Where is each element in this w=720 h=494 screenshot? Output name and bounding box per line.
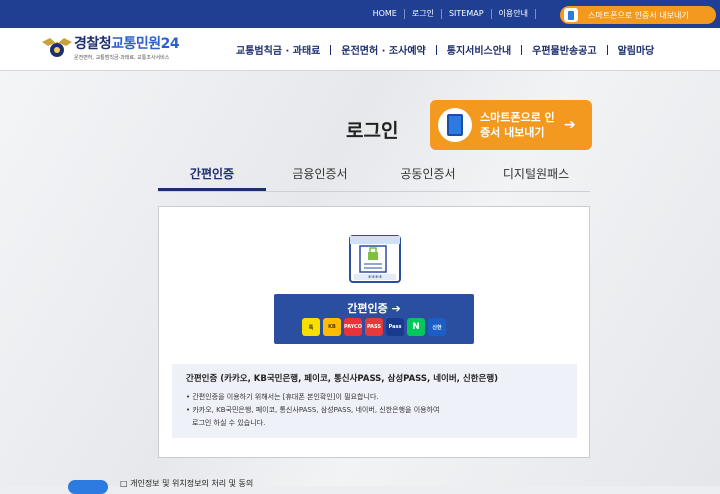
logo-subtext: 운전면허, 교통범칙금·과태료, 교통조사서비스 xyxy=(74,55,170,61)
certificate-document-icon: **** xyxy=(349,235,401,283)
site-logo[interactable]: 경찰청교통민원24 운전면허, 교통범칙금·과태료, 교통조사서비스 xyxy=(40,33,180,61)
svg-text:****: **** xyxy=(368,274,383,282)
nav-item-license[interactable]: 운전면허 · 조사예약 xyxy=(341,42,425,57)
nav-item-returned-mail[interactable]: 우편물반송공고 xyxy=(532,42,596,57)
phone-icon xyxy=(438,108,472,142)
nav-item-notices[interactable]: 알림마당 xyxy=(618,42,655,57)
page-title: 로그인 xyxy=(346,120,399,142)
nav-separator xyxy=(606,44,608,55)
easy-auth-info-box: 간편인증 (카카오, KB국민은행, 페이코, 통신사PASS, 삼성PASS,… xyxy=(172,364,577,438)
nav-separator xyxy=(330,44,332,55)
arrow-right-icon: ➔ xyxy=(564,117,576,133)
payco-icon: PAYCO xyxy=(344,318,362,336)
export-certificate-label: 스마트폰으로 인증서 내보내기 xyxy=(480,111,555,139)
tab-digital-onepass[interactable]: 디지털원패스 xyxy=(482,160,590,192)
samsung-pass-icon: Pass xyxy=(386,318,404,336)
top-link-login[interactable]: 로그인 xyxy=(405,9,442,19)
info-heading: 간편인증 (카카오, KB국민은행, 페이코, 통신사PASS, 삼성PASS,… xyxy=(186,374,499,384)
pass-icon: PASS xyxy=(365,318,383,336)
tab-joint-cert[interactable]: 공동인증서 xyxy=(374,160,482,192)
top-links: HOME 로그인 SITEMAP 이용안내 xyxy=(366,0,550,28)
top-link-sitemap[interactable]: SITEMAP xyxy=(442,9,492,19)
naver-icon: N xyxy=(407,318,425,336)
export-certificate-banner[interactable]: 스마트폰으로 인증서 내보내기 ➔ xyxy=(430,100,592,150)
auth-tabs: 간편인증 금융인증서 공동인증서 디지털원패스 xyxy=(158,160,590,192)
smartphone-export-label: 스마트폰으로 인증서 내보내기 xyxy=(588,10,689,20)
nav-item-notice-service[interactable]: 통지서비스안내 xyxy=(447,42,511,57)
provider-icons: 톡 KB PAYCO PASS Pass N 신한 xyxy=(302,318,446,336)
bottom-section-title: □ 개인정보 및 위치정보의 처리 및 동의 xyxy=(120,479,254,488)
tab-easy-auth[interactable]: 간편인증 xyxy=(158,160,266,191)
nav-separator xyxy=(435,44,437,55)
kb-bank-icon: KB xyxy=(323,318,341,336)
police-emblem-icon xyxy=(42,38,72,57)
top-link-home[interactable]: HOME xyxy=(366,9,405,19)
smartphone-export-pill[interactable]: 스마트폰으로 인증서 내보내기 xyxy=(560,6,716,24)
top-link-guide[interactable]: 이용안내 xyxy=(492,9,536,19)
nav-item-fines[interactable]: 교통범칙금 · 과태료 xyxy=(236,42,320,57)
info-line: • 카카오, KB국민은행, 페이코, 통신사PASS, 삼성PASS, 네이버… xyxy=(186,406,440,414)
info-line: 로그인 하실 수 있습니다. xyxy=(192,419,266,427)
bottom-section-badge xyxy=(68,480,108,494)
smartphone-icon xyxy=(564,8,578,22)
info-line: • 간편인증을 이용하기 위해서는 [휴대폰 본인확인]이 필요합니다. xyxy=(186,393,379,401)
easy-auth-label: 간편인증 ➔ xyxy=(347,302,401,315)
logo-text-main: 경찰청 xyxy=(74,36,112,52)
tab-financial-cert[interactable]: 금융인증서 xyxy=(266,160,374,192)
main-nav: 교통범칙금 · 과태료 운전면허 · 조사예약 통지서비스안내 우편물반송공고 … xyxy=(236,42,654,57)
kakao-icon: 톡 xyxy=(302,318,320,336)
logo-text-service: 교통민원24 xyxy=(111,36,180,52)
nav-separator xyxy=(521,44,523,55)
easy-auth-button[interactable]: 간편인증 ➔ 톡 KB PAYCO PASS Pass N 신한 xyxy=(274,294,474,344)
shinhan-bank-icon: 신한 xyxy=(428,318,446,336)
